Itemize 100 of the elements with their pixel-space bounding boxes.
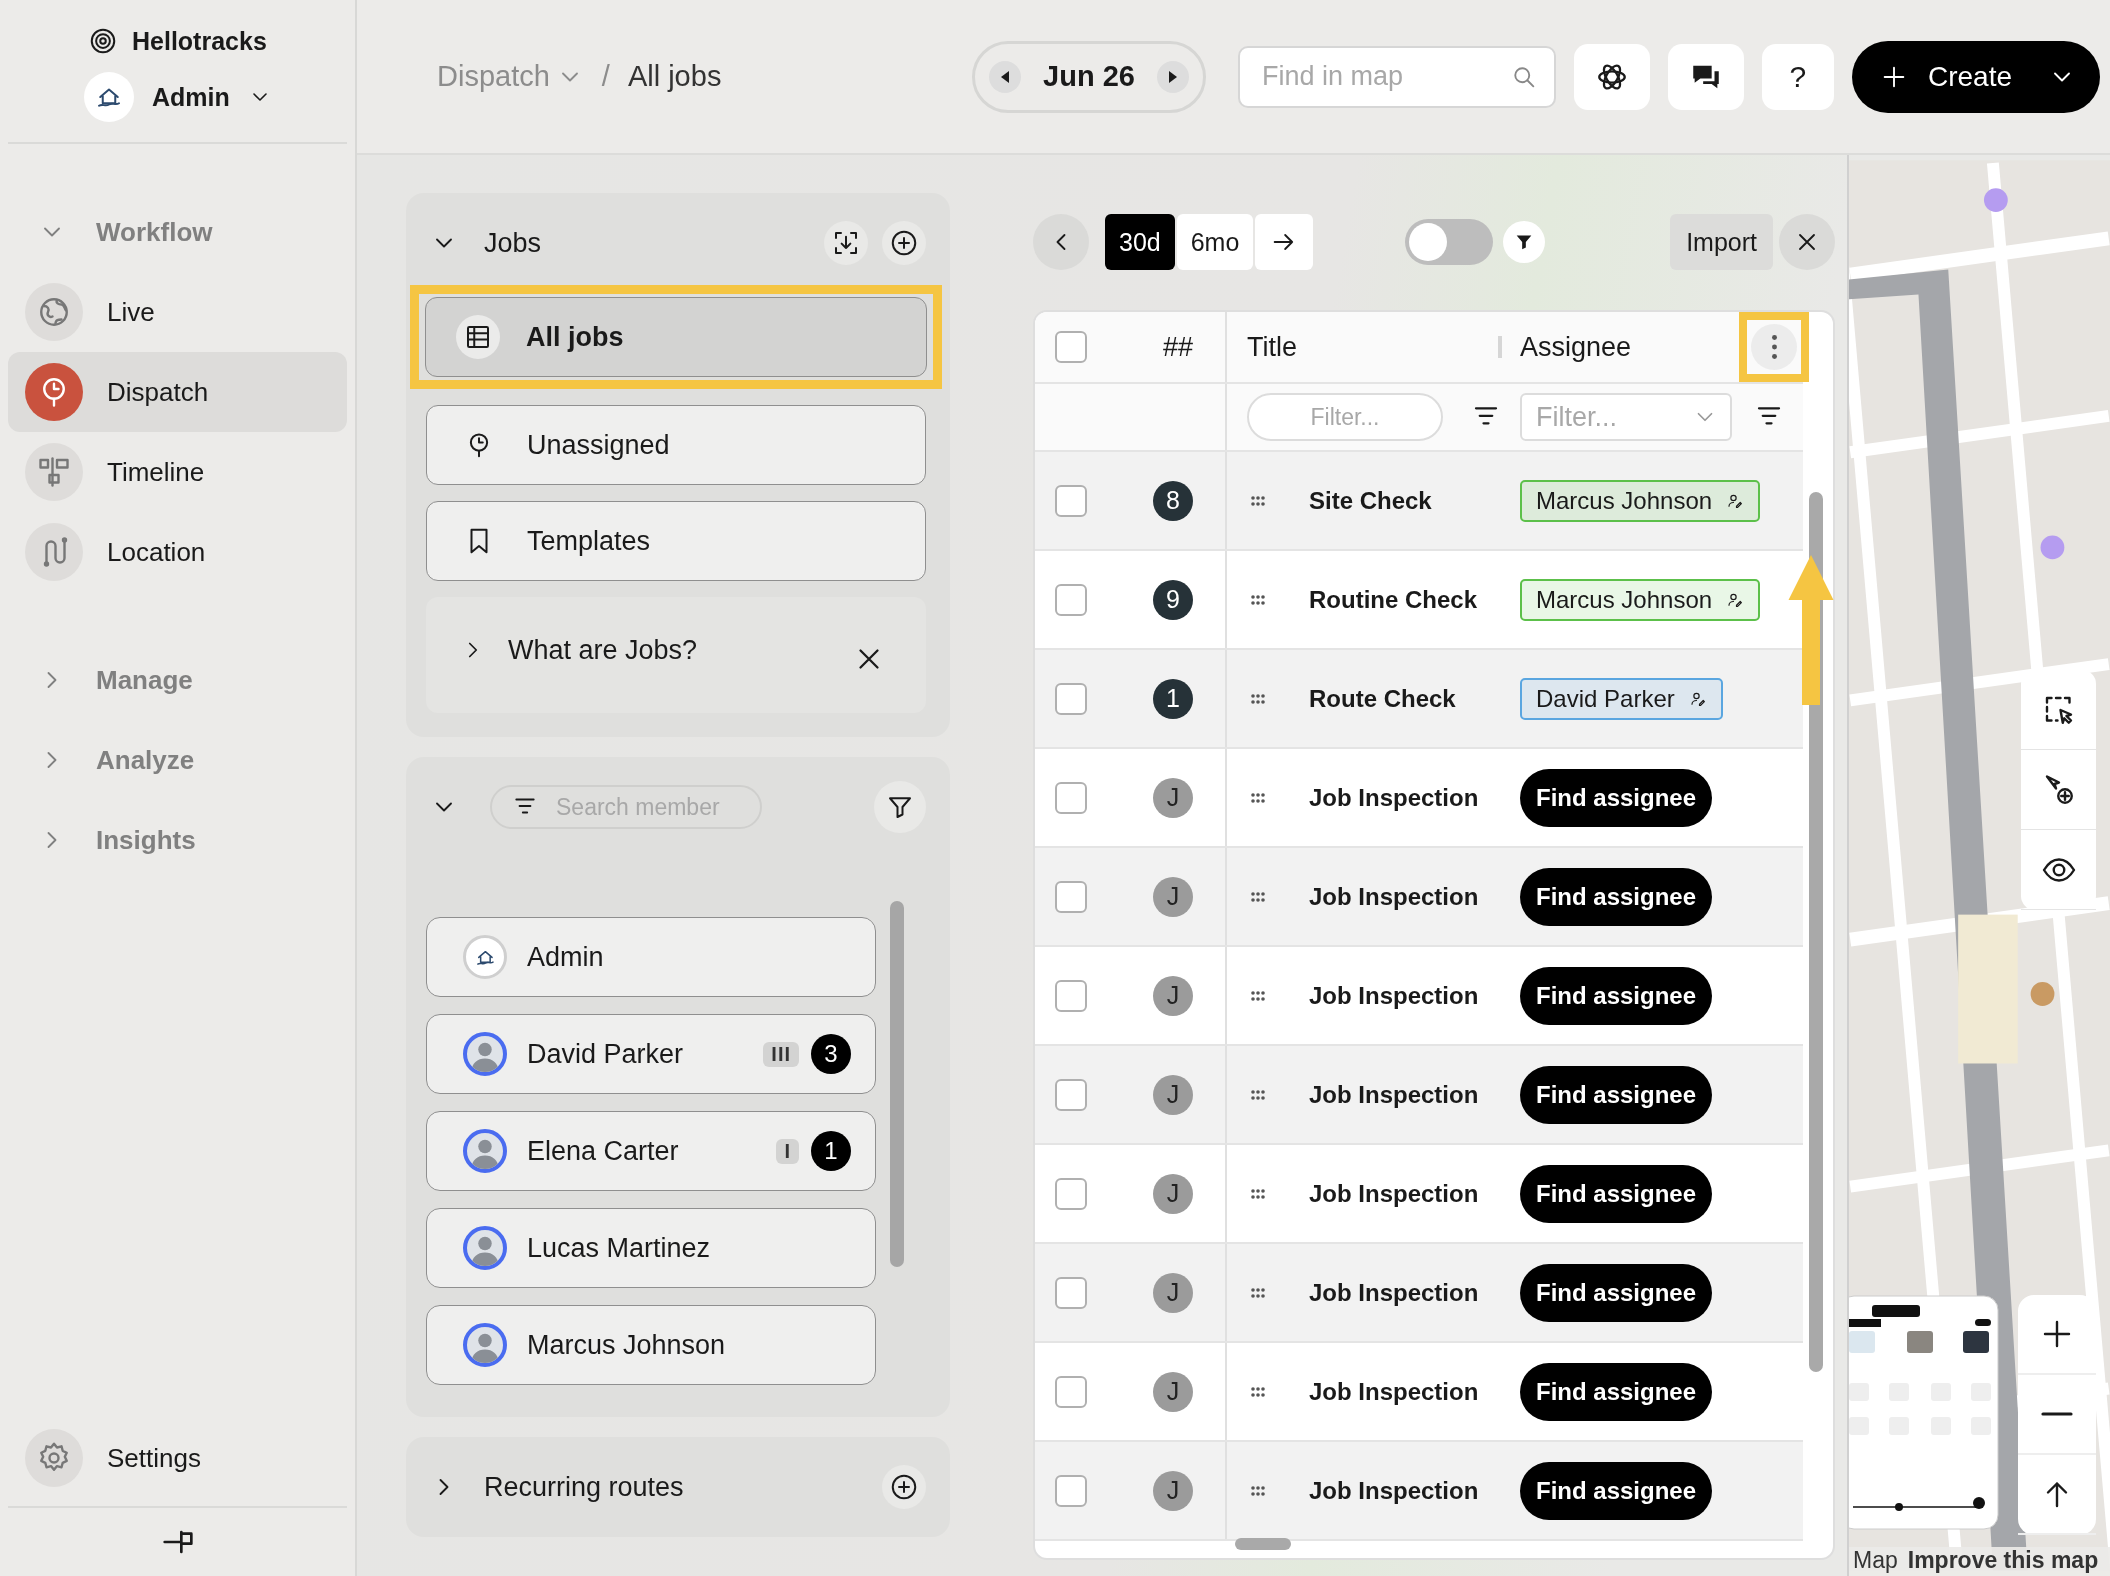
table-cell: Site Check bbox=[1309, 486, 1432, 515]
table-cell: Job Inspection bbox=[1309, 981, 1479, 1010]
find-assignee-button[interactable]: Find assignee bbox=[1520, 1461, 1713, 1520]
job-number-badge: J bbox=[1153, 1371, 1193, 1412]
member-item[interactable]: Marcus Johnson bbox=[426, 1305, 876, 1385]
job-number-badge: 8 bbox=[1153, 480, 1193, 521]
row-checkbox[interactable] bbox=[1055, 583, 1087, 616]
nav-item[interactable]: Timeline bbox=[8, 432, 347, 512]
table-cell: Routine Check bbox=[1309, 585, 1478, 614]
close-button[interactable] bbox=[1779, 214, 1835, 270]
find-assignee-button[interactable]: Find assignee bbox=[1520, 768, 1713, 827]
row-checkbox[interactable] bbox=[1055, 781, 1087, 814]
select-all-checkbox[interactable] bbox=[1055, 331, 1087, 363]
breadcrumb-separator: / bbox=[601, 60, 610, 93]
add-job-button[interactable] bbox=[882, 221, 926, 265]
column-menu-button[interactable] bbox=[1751, 324, 1797, 370]
member-item[interactable]: Lucas Martinez bbox=[426, 1208, 876, 1288]
find-assignee-button[interactable]: Find assignee bbox=[1520, 1362, 1713, 1421]
next-range-button[interactable] bbox=[1255, 214, 1314, 270]
toggle-switch[interactable] bbox=[1405, 219, 1494, 265]
improve-map-link[interactable]: Improve this map bbox=[1907, 1547, 2099, 1574]
row-checkbox[interactable] bbox=[1055, 979, 1087, 1012]
assignee-tag[interactable]: David Parker bbox=[1520, 677, 1723, 720]
row-checkbox[interactable] bbox=[1055, 484, 1087, 517]
member-item[interactable]: Admin bbox=[426, 917, 876, 997]
logo-icon bbox=[88, 26, 118, 56]
timeline-icon bbox=[36, 454, 72, 490]
find-assignee-button[interactable]: Find assignee bbox=[1520, 1263, 1713, 1322]
chat-button[interactable] bbox=[1667, 43, 1744, 110]
table-cell: Job Inspection bbox=[1309, 1377, 1479, 1406]
job-count-badge: 1 bbox=[811, 1131, 851, 1171]
table-cell: Job Inspection bbox=[1309, 1278, 1479, 1307]
row-checkbox[interactable] bbox=[1055, 1276, 1087, 1309]
column-header: Assignee bbox=[1520, 331, 1633, 363]
job-number-badge: 1 bbox=[1153, 678, 1193, 719]
assignee-tag[interactable]: Marcus Johnson bbox=[1520, 479, 1761, 522]
table-cell: Job Inspection bbox=[1309, 1080, 1479, 1109]
nav-item[interactable]: Dispatch bbox=[8, 352, 347, 432]
triangle-left-icon bbox=[1000, 69, 1011, 84]
table-cell: Job Inspection bbox=[1309, 882, 1479, 911]
add-route-button[interactable] bbox=[882, 1465, 926, 1509]
nav-item[interactable]: Live bbox=[8, 272, 347, 352]
job-tally: I bbox=[776, 1138, 799, 1164]
panel-title: Jobs bbox=[484, 227, 543, 259]
find-assignee-button[interactable]: Find assignee bbox=[1520, 1164, 1713, 1223]
map-search-field[interactable]: Find in map bbox=[1237, 45, 1556, 108]
row-checkbox[interactable] bbox=[1055, 1375, 1087, 1408]
range-tab[interactable]: 30d bbox=[1105, 214, 1175, 270]
row-checkbox[interactable] bbox=[1055, 1474, 1087, 1507]
job-number-badge: J bbox=[1153, 1470, 1193, 1511]
ai-assistant-button[interactable] bbox=[1573, 43, 1650, 110]
row-checkbox[interactable] bbox=[1055, 682, 1087, 715]
app-name: Hellotracks bbox=[132, 26, 267, 56]
find-assignee-button[interactable]: Find assignee bbox=[1520, 966, 1713, 1025]
plus-circle-icon bbox=[889, 1472, 919, 1502]
kebab-menu-icon bbox=[1770, 334, 1778, 360]
panel-title: Recurring routes bbox=[484, 1471, 685, 1503]
import-button[interactable]: Import bbox=[1670, 214, 1773, 270]
nav-item[interactable]: Location bbox=[8, 512, 347, 592]
table-cell: Job Inspection bbox=[1309, 1476, 1479, 1505]
member-item[interactable]: Elena Carter I 1 bbox=[426, 1111, 876, 1191]
filter-button[interactable] bbox=[1503, 221, 1546, 263]
job-number-badge: 9 bbox=[1153, 579, 1193, 620]
filter-field[interactable]: Filter... bbox=[1247, 393, 1443, 441]
job-view-button[interactable]: Unassigned bbox=[426, 405, 926, 485]
scrollbar[interactable] bbox=[1235, 1538, 1291, 1550]
previous-day-button[interactable] bbox=[989, 60, 1022, 93]
import-jobs-button[interactable] bbox=[824, 221, 868, 265]
find-assignee-button[interactable]: Find assignee bbox=[1520, 867, 1713, 926]
filter-dropdown[interactable]: Filter... bbox=[1520, 393, 1732, 441]
column-header: Title bbox=[1247, 331, 1298, 363]
map-credit: Map bbox=[1853, 1547, 1898, 1574]
job-number-badge: J bbox=[1153, 876, 1193, 917]
job-number-badge: J bbox=[1153, 777, 1193, 818]
table-cell: Job Inspection bbox=[1309, 1179, 1479, 1208]
nav-item[interactable]: Settings bbox=[8, 1418, 347, 1498]
member-item[interactable]: David Parker III 3 bbox=[426, 1014, 876, 1094]
filter-button[interactable] bbox=[874, 781, 926, 833]
range-tab[interactable]: 6mo bbox=[1176, 214, 1254, 270]
job-tally: III bbox=[763, 1041, 799, 1067]
info-title[interactable]: What are Jobs? bbox=[508, 634, 830, 666]
next-day-button[interactable] bbox=[1156, 60, 1189, 93]
job-number-badge: J bbox=[1153, 1272, 1193, 1313]
job-view-button[interactable]: All jobs bbox=[425, 297, 927, 377]
job-number-badge: J bbox=[1153, 1173, 1193, 1214]
date-label: Jun 26 bbox=[1043, 60, 1135, 93]
row-checkbox[interactable] bbox=[1055, 1177, 1087, 1210]
account-switcher[interactable]: Admin bbox=[0, 56, 272, 122]
assignee-tag[interactable]: Marcus Johnson bbox=[1520, 578, 1761, 621]
table-cell: Job Inspection bbox=[1309, 783, 1479, 812]
minus-icon bbox=[2041, 1411, 2073, 1417]
job-count-badge: 3 bbox=[811, 1034, 851, 1074]
create-button[interactable]: Create bbox=[1851, 40, 2100, 113]
scrollbar[interactable] bbox=[890, 901, 904, 1267]
row-checkbox[interactable] bbox=[1055, 880, 1087, 913]
row-checkbox[interactable] bbox=[1055, 1078, 1087, 1111]
job-view-button[interactable]: Templates bbox=[426, 501, 926, 581]
find-assignee-button[interactable]: Find assignee bbox=[1520, 1065, 1713, 1124]
help-button[interactable]: ? bbox=[1761, 43, 1834, 110]
triangle-right-icon bbox=[1167, 69, 1178, 84]
